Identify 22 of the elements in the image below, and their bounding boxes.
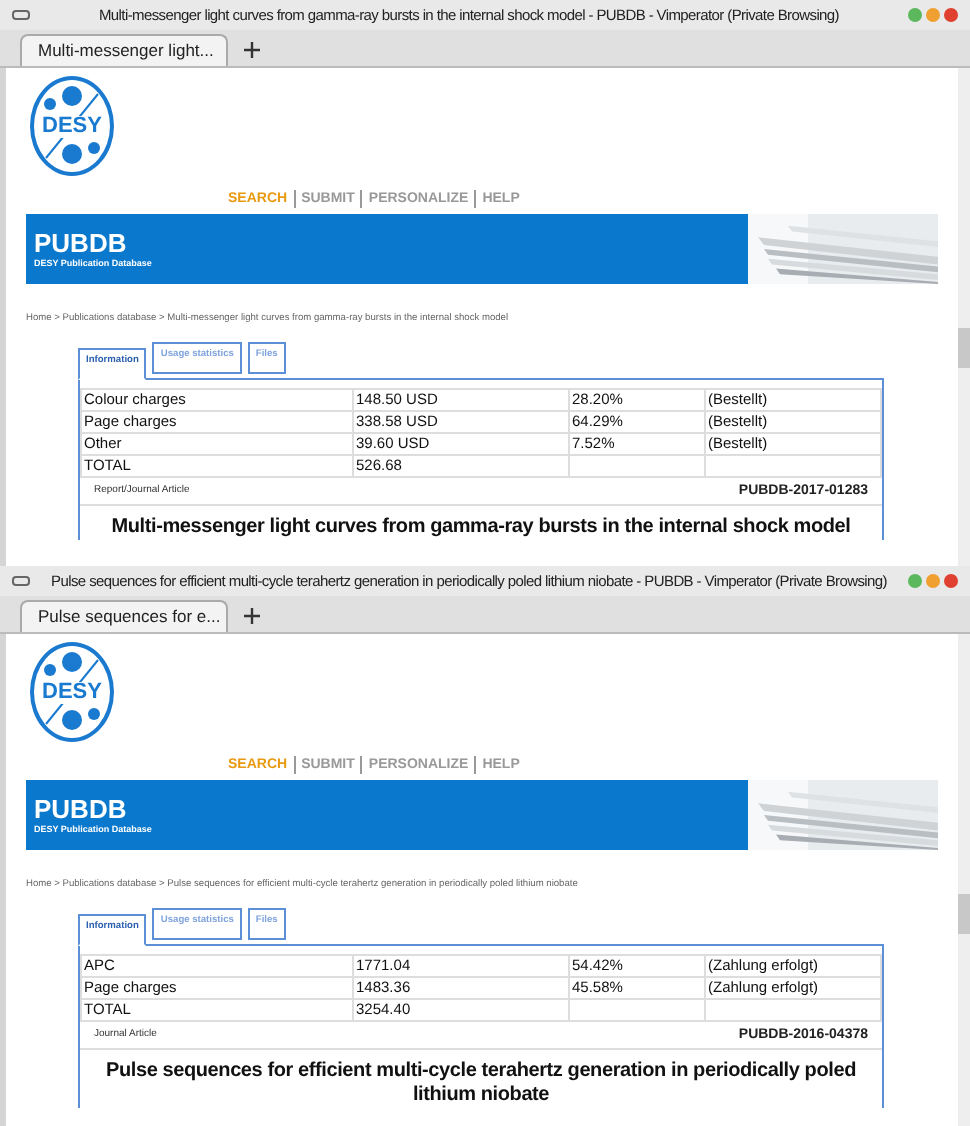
table-cell <box>569 998 705 1021</box>
window-menu-icon[interactable] <box>12 10 30 20</box>
record-title: Pulse sequences for efficient multi-cycle terahertz generation in periodically poled lithium niobate <box>104 1057 858 1108</box>
close-button[interactable] <box>944 574 958 588</box>
logo-text: DESY <box>40 115 104 137</box>
scrollbar[interactable] <box>958 634 970 1126</box>
banner-title: PUBDB <box>34 795 129 822</box>
window-menu-icon[interactable] <box>12 576 30 586</box>
banner-title: PUBDB <box>34 229 129 256</box>
logo-mark-icon <box>42 86 102 166</box>
scrollbar[interactable] <box>958 68 970 566</box>
table-cell <box>569 454 705 477</box>
maximize-button[interactable] <box>908 8 922 22</box>
browser-tab[interactable]: Pulse sequences for e... <box>20 600 228 632</box>
browser-tab[interactable]: Multi-messenger light... <box>20 34 228 66</box>
logo-text: DESY <box>40 681 104 703</box>
new-tab-icon[interactable] <box>244 608 260 624</box>
close-button[interactable] <box>944 8 958 22</box>
logo-mark-icon <box>42 652 102 732</box>
record-title: Multi-messenger light curves from gamma-ray bursts in the internal shock model <box>109 513 853 540</box>
new-tab-icon[interactable] <box>244 42 260 58</box>
maximize-button[interactable] <box>908 574 922 588</box>
